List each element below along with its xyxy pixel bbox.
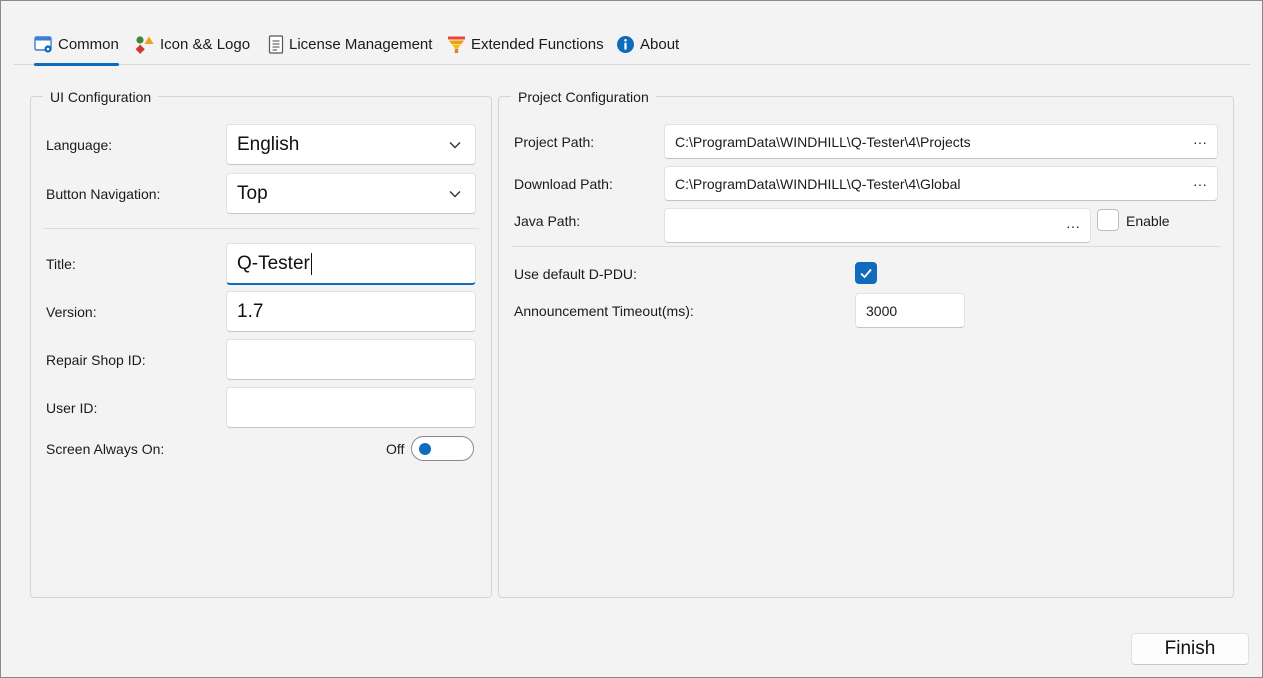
screen-always-on-toggle[interactable]	[411, 436, 474, 461]
title-input-value: Q-Tester	[237, 252, 310, 274]
project-path-value: C:\ProgramData\WINDHILL\Q-Tester\4\Proje…	[675, 133, 971, 150]
settings-window: Common Icon && Logo License Management E…	[0, 0, 1263, 678]
announcement-timeout-value: 3000	[866, 302, 898, 319]
toggle-knob	[419, 443, 431, 455]
project-configuration-title: Project Configuration	[511, 88, 656, 106]
version-input-value: 1.7	[237, 300, 264, 322]
screen-always-on-label: Screen Always On:	[46, 441, 165, 457]
button-navigation-label: Button Navigation:	[46, 186, 161, 202]
project-path-browse-button[interactable]: ···	[1193, 135, 1207, 149]
divider	[511, 246, 1221, 247]
funnel-icon	[448, 36, 465, 53]
user-id-input[interactable]	[226, 387, 476, 428]
tab-common[interactable]: Common	[34, 27, 119, 66]
tab-license-management-label: License Management	[289, 35, 433, 53]
checkmark-icon	[860, 268, 872, 279]
download-path-label: Download Path:	[514, 176, 613, 192]
repair-shop-id-label: Repair Shop ID:	[46, 352, 146, 368]
project-path-label: Project Path:	[514, 134, 595, 150]
title-label: Title:	[46, 256, 76, 272]
button-navigation-select[interactable]: Top	[226, 173, 476, 214]
default-dpdu-checkbox[interactable]	[855, 262, 877, 284]
announcement-timeout-label: Announcement Timeout(ms):	[514, 303, 694, 319]
window-gear-icon	[34, 35, 52, 53]
user-id-label: User ID:	[46, 400, 98, 416]
divider	[43, 228, 479, 229]
finish-button-label: Finish	[1164, 638, 1216, 659]
repair-shop-id-input[interactable]	[226, 339, 476, 380]
tab-common-label: Common	[58, 35, 119, 53]
default-dpdu-label: Use default D-PDU:	[514, 266, 637, 282]
title-input[interactable]: Q-Tester	[226, 243, 476, 285]
language-label: Language:	[46, 137, 113, 153]
tab-extended-functions-label: Extended Functions	[471, 35, 604, 53]
tab-icon-logo[interactable]: Icon && Logo	[135, 27, 250, 61]
tab-bar: Common Icon && Logo License Management E…	[14, 23, 1250, 66]
project-path-input[interactable]: C:\ProgramData\WINDHILL\Q-Tester\4\Proje…	[664, 124, 1218, 159]
download-path-value: C:\ProgramData\WINDHILL\Q-Tester\4\Globa…	[675, 175, 961, 192]
ui-configuration-title: UI Configuration	[43, 88, 159, 106]
finish-button[interactable]: Finish	[1131, 633, 1249, 665]
chevron-down-icon	[449, 190, 461, 197]
tab-extended-functions[interactable]: Extended Functions	[447, 27, 604, 61]
ui-configuration-group: UI Configuration Language: English Butto…	[30, 88, 492, 598]
shapes-icon	[135, 35, 154, 54]
tab-about-label: About	[640, 35, 680, 53]
version-label: Version:	[46, 304, 97, 320]
language-value: English	[237, 133, 300, 155]
project-configuration-group: Project Configuration Project Path: C:\P…	[498, 88, 1234, 598]
java-path-input[interactable]: ···	[664, 208, 1091, 243]
download-path-input[interactable]: C:\ProgramData\WINDHILL\Q-Tester\4\Globa…	[664, 166, 1218, 201]
java-path-browse-button[interactable]: ···	[1066, 219, 1080, 233]
java-enable-label: Enable	[1126, 213, 1170, 229]
download-path-browse-button[interactable]: ···	[1193, 177, 1207, 191]
language-select[interactable]: English	[226, 124, 476, 165]
text-caret	[310, 252, 312, 275]
document-icon	[268, 34, 284, 54]
info-icon	[617, 35, 634, 53]
screen-always-on-state: Off	[386, 441, 405, 457]
tab-license-management[interactable]: License Management	[268, 27, 432, 61]
announcement-timeout-input[interactable]: 3000	[855, 293, 965, 328]
java-path-label: Java Path:	[514, 213, 581, 229]
button-navigation-value: Top	[237, 182, 268, 204]
version-input[interactable]: 1.7	[226, 291, 476, 332]
java-enable-checkbox[interactable]	[1097, 209, 1119, 231]
chevron-down-icon	[449, 141, 461, 148]
tab-about[interactable]: About	[616, 27, 679, 61]
tab-icon-logo-label: Icon && Logo	[160, 35, 251, 53]
